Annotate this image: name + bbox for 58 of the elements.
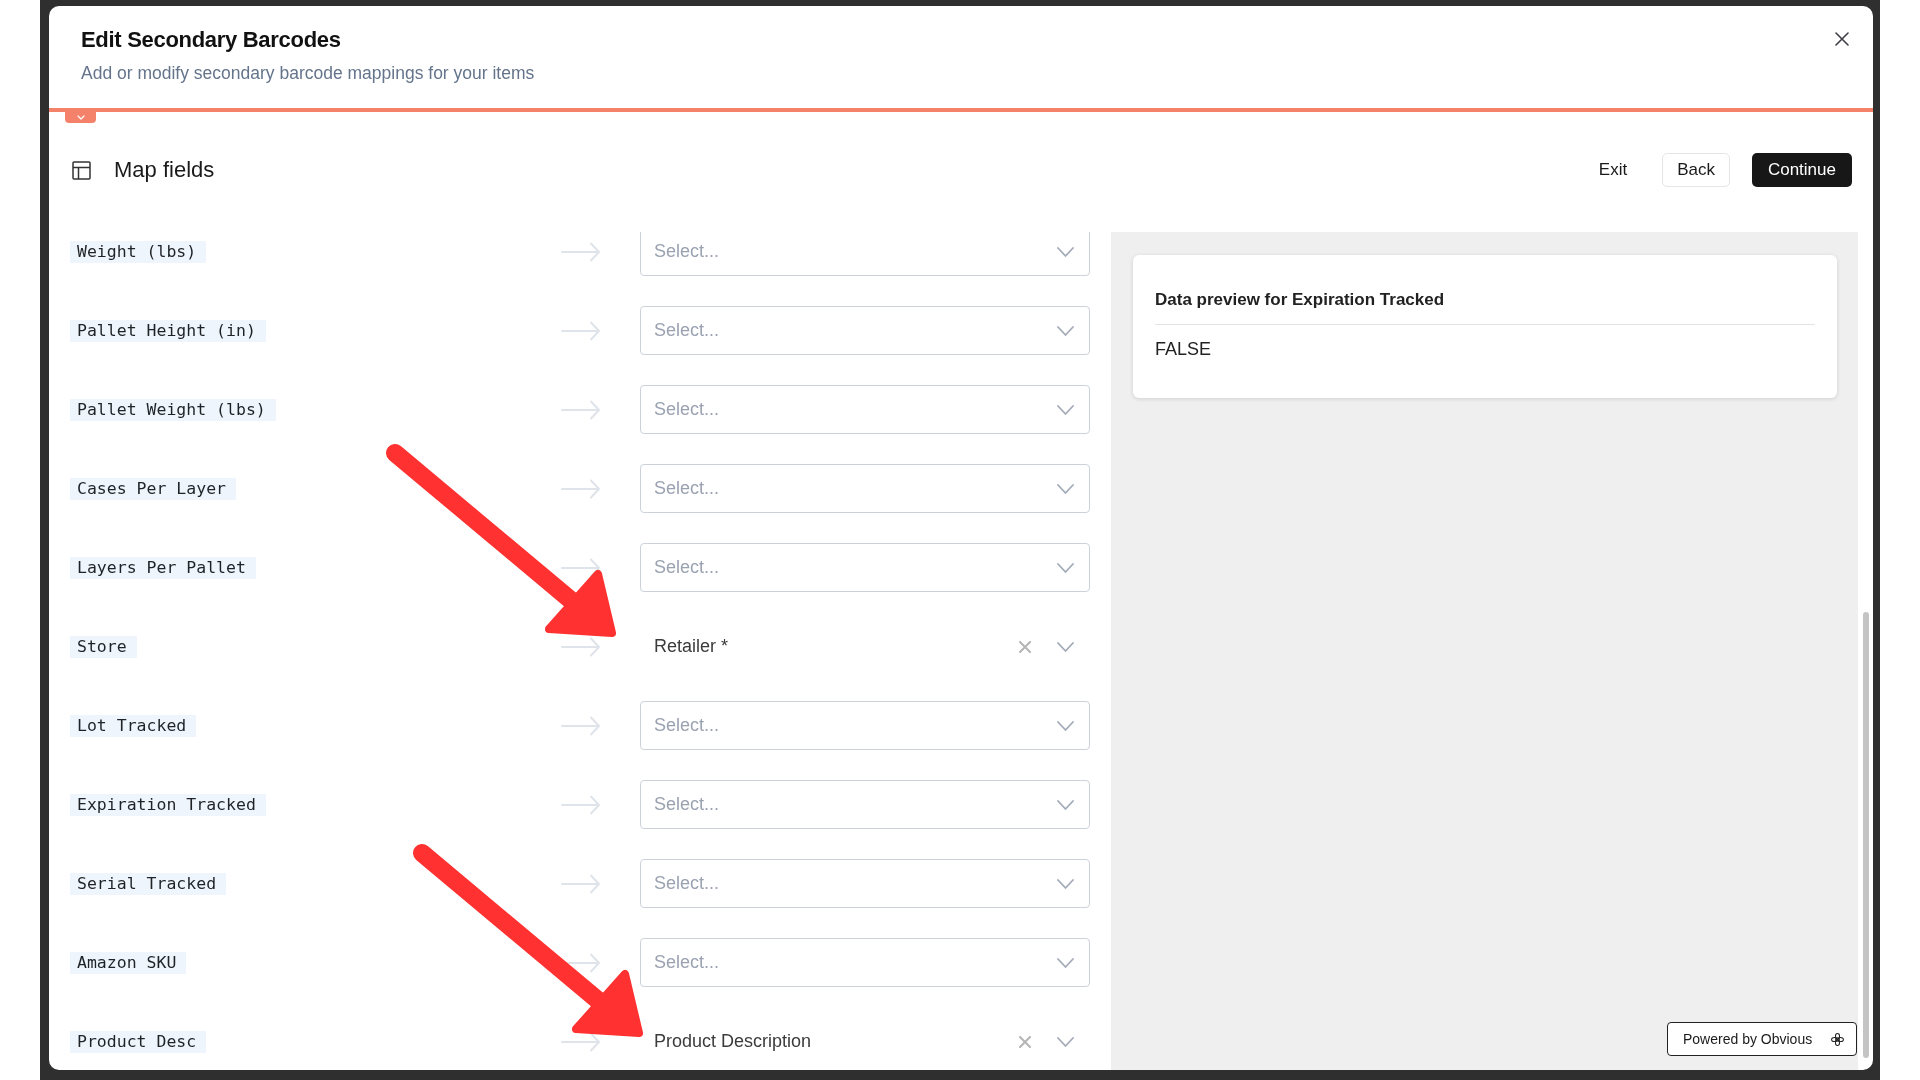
exit-button[interactable]: Exit bbox=[1585, 153, 1641, 187]
arrow-right-icon bbox=[561, 873, 601, 894]
arrow-right-icon bbox=[561, 715, 601, 736]
arrow-right-icon bbox=[561, 794, 601, 815]
field-label: Cases Per Layer bbox=[70, 477, 236, 500]
chevron-down-icon bbox=[1057, 720, 1074, 731]
field-label: Product Desc bbox=[70, 1030, 207, 1053]
field-label: Pallet Weight (lbs) bbox=[70, 398, 276, 421]
dialog-title: Edit Secondary Barcodes bbox=[81, 27, 342, 53]
scrollbar-thumb[interactable] bbox=[1862, 612, 1869, 1058]
powered-by-link[interactable]: Powered by Obvious bbox=[1667, 1022, 1857, 1056]
chevron-down-icon bbox=[1057, 957, 1074, 968]
dialog-subtitle: Add or modify secondary barcode mappings for your items bbox=[81, 62, 535, 85]
chevron-down-icon bbox=[1057, 641, 1074, 652]
arrow-right-icon bbox=[561, 1031, 601, 1052]
table-icon bbox=[72, 160, 91, 180]
chevron-down-icon bbox=[1057, 562, 1074, 573]
field-label: Weight (lbs) bbox=[70, 240, 207, 263]
field-label: Expiration Tracked bbox=[70, 793, 266, 816]
field-label: Lot Tracked bbox=[70, 714, 197, 737]
arrow-right-icon bbox=[561, 636, 601, 657]
field-label: Layers Per Pallet bbox=[70, 556, 256, 579]
chevron-down-icon bbox=[1057, 878, 1074, 889]
back-button[interactable]: Back bbox=[1662, 153, 1730, 187]
arrow-right-icon bbox=[561, 478, 601, 499]
close-icon bbox=[1835, 32, 1849, 46]
select-field[interactable]: Select... bbox=[640, 232, 1090, 276]
select-field[interactable]: Select... bbox=[640, 464, 1090, 513]
select-field[interactable]: Select... bbox=[640, 780, 1090, 829]
preview-value: FALSE bbox=[1155, 338, 1213, 360]
chevron-down-icon bbox=[1057, 799, 1074, 810]
chevron-down-icon bbox=[1057, 325, 1074, 336]
field-label: Store bbox=[70, 635, 137, 658]
chevron-down-icon bbox=[1057, 246, 1074, 257]
chevron-down-icon bbox=[1057, 404, 1074, 415]
continue-button[interactable]: Continue bbox=[1751, 153, 1852, 187]
preview-title: Data preview for Expiration Tracked bbox=[1155, 289, 1446, 310]
flower-icon bbox=[1831, 1032, 1844, 1046]
select-field[interactable]: Select... bbox=[640, 701, 1090, 750]
select-field[interactable]: Select... bbox=[640, 385, 1090, 434]
chevron-down-icon bbox=[1057, 483, 1074, 494]
select-field[interactable]: Select... bbox=[640, 543, 1090, 592]
arrow-right-icon bbox=[561, 399, 601, 420]
select-field[interactable]: Select... bbox=[640, 306, 1090, 355]
arrow-right-icon bbox=[561, 241, 601, 262]
collapse-toggle[interactable] bbox=[65, 112, 96, 123]
clear-icon[interactable] bbox=[1019, 640, 1031, 653]
field-label: Pallet Height (in) bbox=[70, 319, 266, 342]
arrow-right-icon bbox=[561, 557, 601, 578]
select-field[interactable]: Select... bbox=[640, 859, 1090, 908]
field-label: Serial Tracked bbox=[70, 872, 227, 895]
chevron-down-icon bbox=[1057, 1036, 1074, 1047]
chevron-down-icon bbox=[76, 115, 85, 120]
field-label: Amazon SKU bbox=[70, 951, 187, 974]
clear-icon[interactable] bbox=[1019, 1035, 1031, 1048]
step-title: Map fields bbox=[114, 156, 215, 184]
select-field[interactable]: Select... bbox=[640, 938, 1090, 987]
arrow-right-icon bbox=[561, 320, 601, 341]
